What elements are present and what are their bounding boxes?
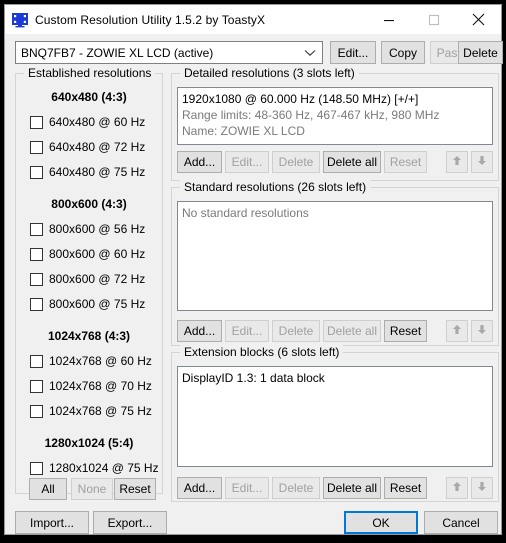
standard-delete-all-button: Delete all: [323, 320, 381, 342]
display-dropdown[interactable]: BNQ7FB7 - ZOWIE XL LCD (active): [15, 41, 323, 64]
standard-move-up-button: [446, 320, 468, 342]
checkbox-640x480-72[interactable]: [30, 140, 43, 154]
display-selection-row: BNQ7FB7 - ZOWIE XL LCD (active) Edit... …: [15, 41, 493, 64]
checkbox-label-800x600-56: 800x600 @ 56 Hz: [49, 222, 146, 236]
extension-blocks-legend: Extension blocks (6 slots left): [180, 345, 344, 359]
extension-move-up-button: [446, 477, 468, 499]
arrow-up-icon: [452, 322, 462, 340]
close-icon[interactable]: [456, 5, 501, 34]
standard-delete-button: Delete: [272, 320, 320, 342]
established-reset-button[interactable]: Reset: [114, 478, 156, 500]
checkbox-1024x768-70[interactable]: [30, 379, 43, 393]
detailed-resolutions-list[interactable]: 1920x1080 @ 60.000 Hz (148.50 MHz) [+/+]…: [177, 87, 493, 145]
checkbox-label-1024x768-70: 1024x768 @ 70 Hz: [49, 379, 152, 393]
detailed-list-item[interactable]: 1920x1080 @ 60.000 Hz (148.50 MHz) [+/+]: [182, 91, 488, 107]
established-all-button[interactable]: All: [29, 478, 67, 500]
export-button[interactable]: Export...: [93, 511, 167, 534]
standard-reset-button[interactable]: Reset: [384, 320, 427, 342]
checkbox-label-640x480-75: 640x480 @ 75 Hz: [49, 165, 146, 179]
arrow-down-icon: [477, 479, 487, 497]
checkbox-label-1024x768-75: 1024x768 @ 75 Hz: [49, 404, 152, 418]
arrow-down-icon: [477, 322, 487, 340]
title-bar: Custom Resolution Utility 1.5.2 by Toast…: [5, 5, 501, 34]
checkbox-row-800x600-72[interactable]: 800x600 @ 72 Hz: [30, 271, 145, 287]
detailed-add-button[interactable]: Add...: [177, 151, 222, 173]
checkbox-row-640x480-60[interactable]: 640x480 @ 60 Hz: [30, 114, 145, 130]
window-title: Custom Resolution Utility 1.5.2 by Toast…: [35, 12, 266, 27]
standard-list-empty: No standard resolutions: [182, 206, 309, 220]
established-heading-1024x768: 1024x768 (4:3): [47, 329, 131, 343]
minimize-icon[interactable]: [366, 5, 411, 34]
checkbox-row-640x480-72[interactable]: 640x480 @ 72 Hz: [30, 139, 145, 155]
established-resolutions-group: Established resolutions 640x480 (4:3) 64…: [15, 66, 163, 494]
checkbox-label-640x480-60: 640x480 @ 60 Hz: [49, 115, 146, 129]
checkbox-label-1024x768-60: 1024x768 @ 60 Hz: [49, 354, 152, 368]
extension-list-item[interactable]: DisplayID 1.3: 1 data block: [182, 370, 488, 386]
checkbox-row-1024x768-60[interactable]: 1024x768 @ 60 Hz: [30, 353, 152, 369]
extension-edit-button: Edit...: [225, 477, 269, 499]
established-heading-640x480: 640x480 (4:3): [51, 90, 127, 104]
cancel-button[interactable]: Cancel: [424, 511, 498, 534]
standard-add-button[interactable]: Add...: [177, 320, 222, 342]
detailed-reset-button: Reset: [384, 151, 427, 173]
checkbox-row-800x600-75[interactable]: 800x600 @ 75 Hz: [30, 296, 145, 312]
detailed-list-item[interactable]: Name: ZOWIE XL LCD: [182, 123, 488, 139]
extension-delete-all-button[interactable]: Delete all: [323, 477, 381, 499]
checkbox-label-640x480-72: 640x480 @ 72 Hz: [49, 140, 146, 154]
detailed-move-down-button: [471, 151, 493, 173]
established-none-button: None: [71, 478, 113, 500]
checkbox-label-800x600-60: 800x600 @ 60 Hz: [49, 247, 146, 261]
checkbox-1024x768-60[interactable]: [30, 354, 43, 368]
checkbox-1024x768-75[interactable]: [30, 404, 43, 418]
maximize-icon: [411, 5, 456, 34]
standard-resolutions-list[interactable]: No standard resolutions: [177, 201, 493, 311]
copy-display-button[interactable]: Copy: [381, 41, 425, 64]
arrow-up-icon: [452, 153, 462, 171]
edit-display-button[interactable]: Edit...: [330, 41, 376, 64]
checkbox-800x600-75[interactable]: [30, 297, 43, 311]
checkbox-800x600-72[interactable]: [30, 272, 43, 286]
checkbox-800x600-60[interactable]: [30, 247, 43, 261]
extension-add-button[interactable]: Add...: [177, 477, 222, 499]
detailed-resolutions-legend: Detailed resolutions (3 slots left): [180, 66, 359, 80]
detailed-delete-button: Delete: [272, 151, 320, 173]
extension-reset-button[interactable]: Reset: [384, 477, 427, 499]
detailed-delete-all-button[interactable]: Delete all: [323, 151, 381, 173]
extension-blocks-list[interactable]: DisplayID 1.3: 1 data block: [177, 366, 493, 467]
delete-display-button[interactable]: Delete: [458, 41, 503, 64]
established-heading-1280x1024: 1280x1024 (5:4): [44, 436, 134, 450]
checkbox-640x480-75[interactable]: [30, 165, 43, 179]
extension-delete-button: Delete: [272, 477, 320, 499]
checkbox-row-800x600-60[interactable]: 800x600 @ 60 Hz: [30, 246, 145, 262]
arrow-up-icon: [452, 479, 462, 497]
checkbox-1280x1024-75[interactable]: [30, 461, 43, 475]
app-window: Custom Resolution Utility 1.5.2 by Toast…: [4, 4, 503, 535]
detailed-list-item[interactable]: Range limits: 48-360 Hz, 467-467 kHz, 98…: [182, 107, 488, 123]
import-button[interactable]: Import...: [15, 511, 89, 534]
checkbox-row-1024x768-75[interactable]: 1024x768 @ 75 Hz: [30, 403, 152, 419]
checkbox-row-1024x768-70[interactable]: 1024x768 @ 70 Hz: [30, 378, 152, 394]
checkbox-label-1280x1024-75: 1280x1024 @ 75 Hz: [49, 461, 159, 475]
checkbox-label-800x600-75: 800x600 @ 75 Hz: [49, 297, 146, 311]
display-dropdown-value: BNQ7FB7 - ZOWIE XL LCD (active): [21, 45, 214, 60]
arrow-down-icon: [477, 153, 487, 171]
standard-edit-button: Edit...: [225, 320, 269, 342]
detailed-move-up-button: [446, 151, 468, 173]
ok-button[interactable]: OK: [344, 511, 418, 534]
established-heading-800x600: 800x600 (4:3): [51, 197, 127, 211]
checkbox-640x480-60[interactable]: [30, 115, 43, 129]
monitor-icon: [12, 12, 28, 28]
checkbox-row-800x600-56[interactable]: 800x600 @ 56 Hz: [30, 221, 145, 237]
standard-move-down-button: [471, 320, 493, 342]
detailed-edit-button: Edit...: [225, 151, 269, 173]
established-resolutions-legend: Established resolutions: [24, 66, 156, 80]
checkbox-row-640x480-75[interactable]: 640x480 @ 75 Hz: [30, 164, 145, 180]
checkbox-row-1280x1024-75[interactable]: 1280x1024 @ 75 Hz: [30, 460, 159, 476]
chevron-down-icon: [304, 42, 316, 63]
standard-resolutions-legend: Standard resolutions (26 slots left): [180, 180, 371, 194]
checkbox-label-800x600-72: 800x600 @ 72 Hz: [49, 272, 146, 286]
extension-move-down-button: [471, 477, 493, 499]
checkbox-800x600-56[interactable]: [30, 222, 43, 236]
